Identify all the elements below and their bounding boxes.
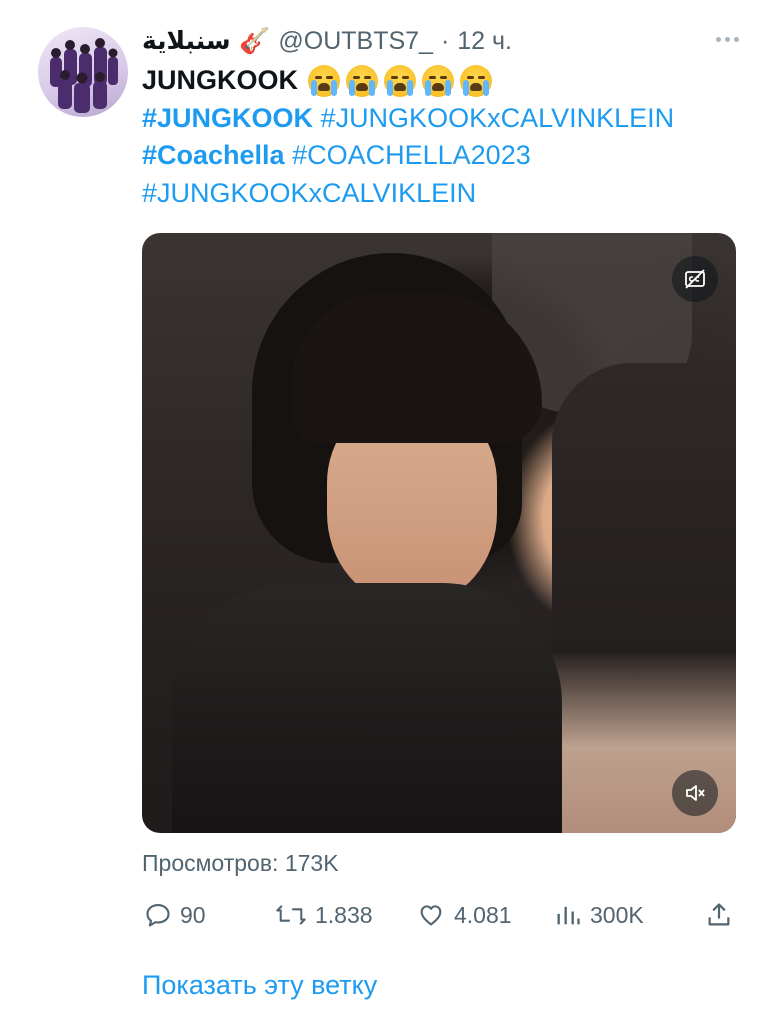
loudly-crying-face-icon (308, 64, 341, 97)
tweet-text: JUNGKOOK #JUNGKOOK #JUNGKOOKxCALVINKLEIN… (142, 62, 752, 212)
mute-button[interactable] (672, 770, 718, 816)
reply-button[interactable]: 90 (144, 893, 206, 937)
avatar[interactable] (38, 27, 128, 117)
heart-icon (420, 905, 442, 926)
retweet-icon (276, 905, 306, 925)
share-button[interactable] (705, 893, 733, 937)
tweet-title-line: JUNGKOOK (142, 62, 752, 100)
view-analytics-count: 300K (590, 901, 644, 928)
share-icon (708, 903, 730, 926)
more-icon[interactable] (710, 27, 744, 51)
closed-captions-icon (685, 269, 705, 289)
loudly-crying-emoji-row (308, 64, 493, 97)
retweet-button[interactable]: 1.838 (275, 893, 373, 937)
hashtag-line: #JUNGKOOK #JUNGKOOKxCALVINKLEIN (142, 100, 752, 138)
avatar-image (50, 38, 118, 113)
show-thread-link[interactable]: Показать эту ветку (142, 970, 377, 1001)
analytics-icon (557, 906, 580, 925)
handle[interactable]: @OUTBTS7_ (278, 27, 433, 56)
loudly-crying-face-icon (346, 64, 379, 97)
tweet-title: JUNGKOOK (142, 65, 299, 95)
loudly-crying-face-icon (422, 64, 455, 97)
video-frame-person-right (552, 363, 736, 833)
video-player[interactable] (142, 233, 736, 833)
loudly-crying-face-icon (384, 64, 417, 97)
action-bar: 90 1.838 4.081 300K (142, 893, 736, 937)
video-frame-coat (172, 583, 562, 833)
muted-speaker-icon (686, 785, 705, 801)
like-count: 4.081 (454, 901, 512, 928)
hashtag-jungkookxcalvinklein[interactable]: #JUNGKOOKxCALVINKLEIN (321, 103, 675, 133)
reply-count: 90 (180, 901, 206, 928)
display-name[interactable]: سنبلاية 🎸 (142, 26, 270, 56)
separator: · (440, 26, 450, 55)
like-button[interactable]: 4.081 (416, 893, 512, 937)
hashtag-coachella[interactable]: #Coachella (142, 140, 285, 170)
retweet-count: 1.838 (315, 901, 373, 928)
reply-icon (146, 904, 170, 927)
timestamp[interactable]: 12 ч. (457, 27, 512, 56)
analytics-button[interactable]: 300K (554, 893, 644, 937)
view-count: Просмотров: 173K (142, 850, 339, 876)
hashtag-jungkookxcalviklein[interactable]: #JUNGKOOKxCALVIKLEIN (142, 178, 476, 208)
hashtag-line: #Coachella #COACHELLA2023 (142, 137, 752, 175)
hashtag-jungkook[interactable]: #JUNGKOOK (142, 103, 313, 133)
hashtag-line: #JUNGKOOKxCALVIKLEIN (142, 175, 752, 213)
closed-captions-button[interactable] (672, 256, 718, 302)
loudly-crying-face-icon (460, 64, 493, 97)
tweet-header: سنبلاية 🎸 @OUTBTS7_ · 12 ч. (142, 24, 512, 58)
hashtag-coachella2023[interactable]: #COACHELLA2023 (292, 140, 531, 170)
